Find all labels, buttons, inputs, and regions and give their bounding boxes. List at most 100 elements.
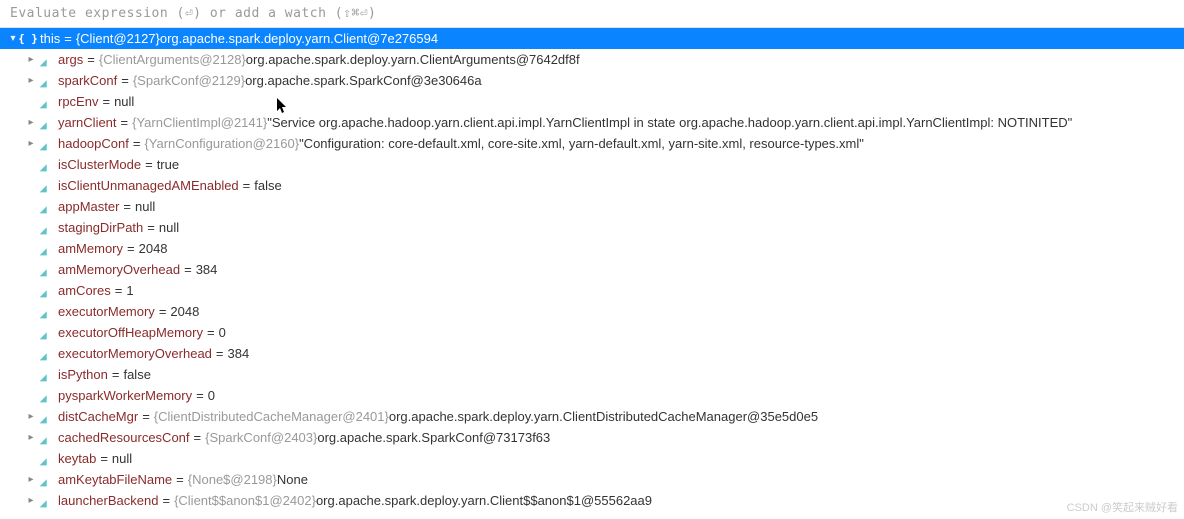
variable-name: isClusterMode [58,157,141,172]
equals-sign: = [141,157,157,172]
variable-name: distCacheMgr [58,409,138,424]
equals-sign: = [172,472,188,487]
equals-sign: = [203,325,219,340]
variable-name: amMemoryOverhead [58,262,180,277]
variable-type: {ClientDistributedCacheManager@2401} [154,409,389,424]
equals-sign: = [123,241,139,256]
tree-row[interactable]: ▸args={ClientArguments@2128} org.apache.… [0,49,1184,70]
tree-row[interactable]: ▸executorMemory=2048 [0,301,1184,322]
tree-row[interactable]: ▸sparkConf={SparkConf@2129} org.apache.s… [0,70,1184,91]
variable-value: 384 [196,262,218,277]
field-tag-icon [38,136,54,152]
variable-type: {Client@2127} [76,31,160,46]
evaluate-expression-input[interactable]: Evaluate expression (⏎) or add a watch (… [0,0,1184,28]
field-tag-icon [38,472,54,488]
variable-value: 0 [219,325,226,340]
chevron-right-icon[interactable]: ▸ [24,117,38,128]
chevron-right-icon[interactable]: ▸ [24,411,38,422]
variable-name: keytab [58,451,96,466]
variable-name: stagingDirPath [58,220,143,235]
variable-name: amCores [58,283,111,298]
tree-row[interactable]: ▸launcherBackend={Client$$anon$1@2402} o… [0,490,1184,511]
field-tag-icon [38,178,54,194]
variable-name: pysparkWorkerMemory [58,388,192,403]
variable-value: "Configuration: core-default.xml, core-s… [299,136,864,151]
field-tag-icon [38,262,54,278]
field-tag-icon [38,220,54,236]
equals-sign: = [212,346,228,361]
field-tag-icon [38,325,54,341]
tree-row[interactable]: ▸hadoopConf={YarnConfiguration@2160} "Co… [0,133,1184,154]
tree-row[interactable]: ▸appMaster=null [0,196,1184,217]
tree-row[interactable]: ▸pysparkWorkerMemory=0 [0,385,1184,406]
tree-row[interactable]: ▸isClientUnmanagedAMEnabled=false [0,175,1184,196]
tree-row-this[interactable]: ▾{ }this={Client@2127} org.apache.spark.… [0,28,1184,49]
field-tag-icon [38,115,54,131]
variable-name: amKeytabFileName [58,472,172,487]
chevron-right-icon[interactable]: ▸ [24,474,38,485]
tree-row[interactable]: ▸ amKeytabFileName={None$@2198} None [0,469,1184,490]
variable-value: 384 [228,346,250,361]
chevron-right-icon[interactable]: ▸ [24,54,38,65]
field-tag-icon [38,430,54,446]
equals-sign: = [60,31,76,46]
variable-name: launcherBackend [58,493,158,508]
variable-tree: ▾{ }this={Client@2127} org.apache.spark.… [0,28,1184,511]
chevron-right-icon[interactable]: ▸ [24,75,38,86]
field-tag-icon [38,241,54,257]
tree-row[interactable]: ▸isPython=false [0,364,1184,385]
variable-name: rpcEnv [58,94,98,109]
variable-value: null [114,94,134,109]
equals-sign: = [143,220,159,235]
variable-value: org.apache.spark.deploy.yarn.ClientArgum… [246,52,580,67]
tree-row[interactable]: ▸amMemory=2048 [0,238,1184,259]
field-tag-icon [38,451,54,467]
field-tag-icon [38,346,54,362]
tree-row[interactable]: ▸executorMemoryOverhead=384 [0,343,1184,364]
equals-sign: = [119,199,135,214]
equals-sign: = [117,115,133,130]
tree-row[interactable]: ▸rpcEnv=null [0,91,1184,112]
variable-name: sparkConf [58,73,117,88]
chevron-right-icon[interactable]: ▸ [24,495,38,506]
tree-row[interactable]: ▸amMemoryOverhead=384 [0,259,1184,280]
variable-value: 2048 [170,304,199,319]
chevron-right-icon[interactable]: ▸ [24,432,38,443]
tree-row[interactable]: ▸stagingDirPath=null [0,217,1184,238]
field-tag-icon [38,52,54,68]
variable-name: amMemory [58,241,123,256]
object-braces-icon: { } [20,31,36,47]
variable-name: isPython [58,367,108,382]
equals-sign: = [117,73,133,88]
variable-value: null [112,451,132,466]
equals-sign: = [138,409,154,424]
variable-value: None [277,472,308,487]
variable-value: 1 [126,283,133,298]
field-tag-icon [38,367,54,383]
tree-row[interactable]: ▸keytab=null [0,448,1184,469]
variable-value: false [254,178,281,193]
equals-sign: = [83,52,99,67]
equals-sign: = [180,262,196,277]
variable-value: org.apache.spark.SparkConf@3e30646a [245,73,482,88]
chevron-right-icon[interactable]: ▸ [24,138,38,149]
variable-type: {YarnConfiguration@2160} [144,136,299,151]
variable-value: 0 [208,388,215,403]
variable-value: false [123,367,150,382]
tree-row[interactable]: ▸yarnClient={YarnClientImpl@2141} "Servi… [0,112,1184,133]
variable-type: {None$@2198} [188,472,277,487]
watermark-text: CSDN @笑起来贼好看 [1067,499,1178,515]
variable-name: executorOffHeapMemory [58,325,203,340]
field-tag-icon [38,157,54,173]
field-tag-icon [38,388,54,404]
tree-row[interactable]: ▸isClusterMode=true [0,154,1184,175]
tree-row[interactable]: ▸amCores=1 [0,280,1184,301]
variable-type: {YarnClientImpl@2141} [132,115,267,130]
tree-row[interactable]: ▸ distCacheMgr={ClientDistributedCacheMan… [0,406,1184,427]
variable-name: appMaster [58,199,119,214]
tree-row[interactable]: ▸cachedResourcesConf={SparkConf@2403} or… [0,427,1184,448]
tree-row[interactable]: ▸executorOffHeapMemory=0 [0,322,1184,343]
variable-type: {ClientArguments@2128} [99,52,246,67]
equals-sign: = [111,283,127,298]
equals-sign: = [96,451,112,466]
